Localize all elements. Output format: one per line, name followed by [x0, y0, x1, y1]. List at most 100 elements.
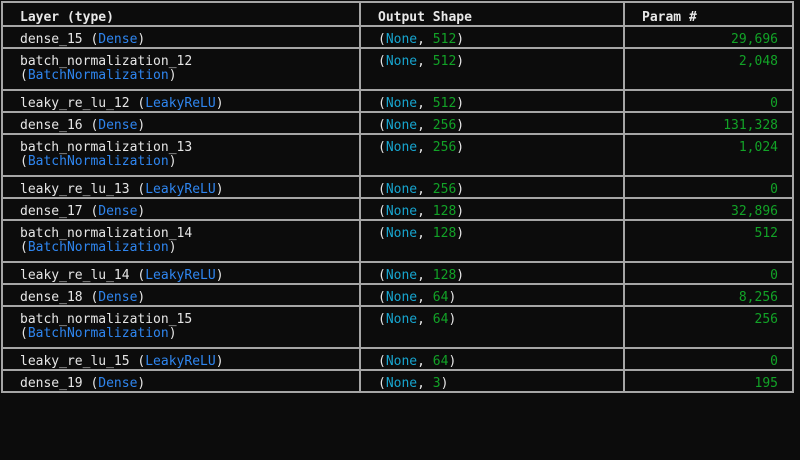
layer-type: BatchNormalization — [27, 68, 169, 83]
layer-type: LeakyReLU — [145, 182, 216, 197]
layer-cell: batch_normalization_12 (BatchNormalizati… — [1, 47, 361, 91]
none-keyword: None — [385, 376, 418, 391]
layer-name: leaky_re_lu_13 — [20, 182, 130, 197]
shape-dim: 128 — [432, 204, 457, 219]
close-paren: ) — [456, 140, 465, 155]
param-count: 256 — [754, 312, 778, 327]
param-cell: 256 — [623, 305, 794, 349]
none-keyword: None — [385, 32, 418, 47]
none-keyword: None — [385, 182, 418, 197]
param-cell: 0 — [623, 261, 794, 285]
table-row: dense_19 (Dense) (None, 3) 195 — [1, 369, 794, 393]
param-count: 131,328 — [723, 118, 778, 133]
layer-type: BatchNormalization — [27, 240, 169, 255]
layer-cell: batch_normalization_13 (BatchNormalizati… — [1, 133, 361, 177]
table-row: batch_normalization_12 (BatchNormalizati… — [1, 47, 794, 91]
layer-type: LeakyReLU — [145, 268, 216, 283]
comma: , — [417, 226, 433, 241]
open-paren: ( — [378, 268, 386, 283]
layer-cell: batch_normalization_14 (BatchNormalizati… — [1, 219, 361, 263]
open-paren: ( — [378, 182, 386, 197]
param-cell: 32,896 — [623, 197, 794, 221]
comma: , — [417, 204, 433, 219]
layer-name: leaky_re_lu_12 — [20, 96, 130, 111]
close-paren: ) — [448, 312, 457, 327]
open-paren: ( — [129, 96, 146, 111]
open-paren: ( — [378, 204, 386, 219]
shape-dim: 256 — [432, 140, 457, 155]
output-shape-cell: (None, 64) — [359, 347, 625, 371]
layer-name: leaky_re_lu_14 — [20, 268, 130, 283]
close-paren: ) — [448, 354, 457, 369]
layer-cell: dense_18 (Dense) — [1, 283, 361, 307]
open-paren: ( — [20, 240, 28, 255]
layer-type: LeakyReLU — [145, 354, 216, 369]
close-paren: ) — [215, 268, 224, 283]
table-row: dense_16 (Dense) (None, 256) 131,328 — [1, 111, 794, 135]
shape-dim: 128 — [432, 268, 457, 283]
param-cell: 512 — [623, 219, 794, 263]
output-shape-cell: (None, 512) — [359, 89, 625, 113]
close-paren: ) — [137, 118, 146, 133]
table-row: batch_normalization_13 (BatchNormalizati… — [1, 133, 794, 177]
layer-type: Dense — [98, 376, 138, 391]
close-paren: ) — [456, 54, 465, 69]
close-paren: ) — [137, 290, 146, 305]
param-cell: 131,328 — [623, 111, 794, 135]
layer-name: dense_16 — [20, 118, 83, 133]
shape-dim: 3 — [432, 376, 441, 391]
comma: , — [417, 290, 433, 305]
layer-name: batch_normalization_12 — [20, 54, 193, 69]
param-cell: 1,024 — [623, 133, 794, 177]
output-shape-cell: (None, 3) — [359, 369, 625, 393]
param-cell: 0 — [623, 89, 794, 113]
open-paren: ( — [129, 182, 146, 197]
layer-type: BatchNormalization — [27, 326, 169, 341]
open-paren: ( — [378, 54, 386, 69]
shape-dim: 128 — [432, 226, 457, 241]
param-count: 195 — [754, 376, 778, 391]
comma: , — [417, 354, 433, 369]
close-paren: ) — [215, 96, 224, 111]
param-count: 0 — [770, 354, 778, 369]
header-layer: Layer (type) — [1, 1, 361, 27]
comma: , — [417, 32, 433, 47]
open-paren: ( — [20, 68, 28, 83]
output-shape-cell: (None, 128) — [359, 219, 625, 263]
open-paren: ( — [378, 354, 386, 369]
close-paren: ) — [456, 226, 465, 241]
none-keyword: None — [385, 226, 418, 241]
table-row: batch_normalization_15 (BatchNormalizati… — [1, 305, 794, 349]
param-cell: 195 — [623, 369, 794, 393]
table-row: leaky_re_lu_15 (LeakyReLU) (None, 64) 0 — [1, 347, 794, 371]
open-paren: ( — [378, 118, 386, 133]
close-paren: ) — [456, 118, 465, 133]
layer-type: Dense — [98, 32, 138, 47]
layer-cell: dense_16 (Dense) — [1, 111, 361, 135]
close-paren: ) — [168, 154, 177, 169]
header-param-count: Param # — [623, 1, 794, 27]
param-count: 29,696 — [731, 32, 778, 47]
param-cell: 0 — [623, 347, 794, 371]
open-paren: ( — [82, 290, 99, 305]
none-keyword: None — [385, 290, 418, 305]
shape-dim: 64 — [432, 290, 449, 305]
layer-cell: leaky_re_lu_15 (LeakyReLU) — [1, 347, 361, 371]
model-summary-table: Layer (type) Output Shape Param # dense_… — [1, 1, 794, 393]
table-row: dense_15 (Dense) (None, 512) 29,696 — [1, 25, 794, 49]
param-count: 32,896 — [731, 204, 778, 219]
comma: , — [417, 96, 433, 111]
close-paren: ) — [448, 290, 457, 305]
param-count: 512 — [754, 226, 778, 241]
layer-cell: leaky_re_lu_12 (LeakyReLU) — [1, 89, 361, 113]
layer-cell: leaky_re_lu_13 (LeakyReLU) — [1, 175, 361, 199]
shape-dim: 512 — [432, 96, 457, 111]
param-cell: 0 — [623, 175, 794, 199]
comma: , — [417, 268, 433, 283]
table-row: leaky_re_lu_14 (LeakyReLU) (None, 128) 0 — [1, 261, 794, 285]
table-row: dense_17 (Dense) (None, 128) 32,896 — [1, 197, 794, 221]
none-keyword: None — [385, 96, 418, 111]
shape-dim: 256 — [432, 182, 457, 197]
shape-dim: 512 — [432, 54, 457, 69]
close-paren: ) — [456, 96, 465, 111]
